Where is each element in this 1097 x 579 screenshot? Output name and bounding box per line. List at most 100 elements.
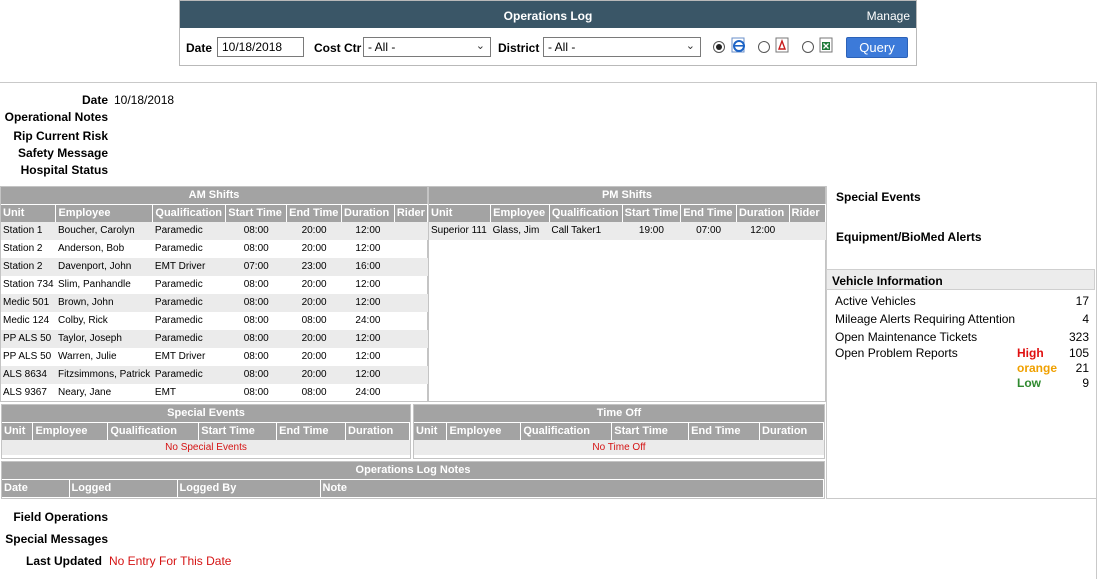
am-shift-cell: Paramedic — [152, 221, 226, 240]
info-date-value: 10/18/2018 — [114, 93, 175, 107]
special-events-col-start-time[interactable]: Start Time — [198, 422, 278, 440]
special-events-grid-title: Special Events — [2, 405, 410, 422]
am-shift-cell: EMT — [154, 387, 177, 398]
pm-shift-cell: Superior 111 — [429, 221, 491, 240]
am-shift-row[interactable]: PP ALS 50 Taylor, Joseph Paramedic 08:00 20:… — [1, 329, 428, 348]
query-button[interactable]: Query — [846, 37, 908, 58]
am-shift-cell: 20:00 — [301, 243, 327, 254]
time-off-grid-title: Time Off — [414, 405, 824, 422]
pm-col-rider[interactable]: Rider — [789, 204, 827, 222]
log-notes-col-logged[interactable]: Logged — [69, 479, 178, 497]
log-notes-col-date[interactable]: Date — [2, 479, 70, 497]
log-notes-grid: Operations Log Notes Date Logged Logged By… — [1, 461, 825, 499]
operational-notes-label: Operational Notes — [4, 110, 108, 124]
pm-shifts-title: PM Shifts — [429, 187, 825, 204]
am-shift-cell — [394, 348, 427, 366]
time-off-col-unit[interactable]: Unit — [414, 422, 448, 440]
am-col-end-time[interactable]: End Time — [286, 204, 343, 222]
district-select[interactable]: - All - ⌄ — [543, 37, 701, 57]
time-off-col-start-time[interactable]: Start Time — [611, 422, 690, 440]
am-shift-cell: 08:00 — [243, 351, 269, 362]
pm-col-unit[interactable]: Unit — [429, 204, 492, 222]
time-off-col-end-time[interactable]: End Time — [688, 422, 761, 440]
problem-level-count[interactable]: 9 — [1082, 376, 1089, 390]
am-shift-cell: EMT Driver — [152, 257, 226, 276]
problem-level-count[interactable]: 21 — [1076, 361, 1089, 375]
am-shift-cell: PP ALS 50 — [3, 351, 52, 362]
active-vehicles-value[interactable]: 17 — [1076, 294, 1089, 308]
am-shift-cell — [394, 221, 428, 240]
manage-link[interactable]: Manage — [867, 9, 910, 23]
am-shift-cell: 20:00 — [286, 329, 342, 348]
am-shift-cell: 12:00 — [355, 243, 381, 254]
am-shift-cell — [394, 365, 428, 384]
export-ie-radio[interactable] — [713, 41, 725, 53]
am-col-rider[interactable]: Rider — [394, 204, 429, 222]
special-events-col-duration[interactable]: Duration — [345, 422, 410, 440]
am-shift-row[interactable]: Medic 501 Brown, John Paramedic 08:00 20:00 1… — [1, 293, 428, 312]
time-off-col-duration[interactable]: Duration — [759, 422, 824, 440]
pm-col-start-time[interactable]: Start Time — [622, 204, 682, 222]
time-off-col-employee[interactable]: Employee — [446, 422, 522, 440]
am-shift-row[interactable]: ALS 9367 Neary, Jane EMT 08:00 08:00 24:00 — [1, 384, 428, 402]
am-shift-row[interactable]: Station 2 Anderson, Bob Paramedic 08:00 20:0… — [1, 240, 428, 258]
time-off-empty: No Time Off — [414, 439, 824, 455]
am-shifts-title: AM Shifts — [1, 187, 427, 204]
special-events-col-end-time[interactable]: End Time — [276, 422, 347, 440]
problem-level-label: orange — [1017, 361, 1058, 375]
field-operations-label: Field Operations — [13, 510, 108, 524]
export-pdf-radio[interactable] — [758, 41, 770, 53]
am-col-qualification[interactable]: Qualification — [152, 204, 227, 222]
pm-shifts-table: Unit Employee Qualification Start Time End T… — [429, 204, 827, 240]
pm-col-employee[interactable]: Employee — [490, 204, 550, 222]
am-col-unit[interactable]: Unit — [1, 204, 57, 222]
cost-ctr-select[interactable]: - All - ⌄ — [363, 37, 491, 57]
district-value: - All - — [548, 40, 576, 54]
am-shift-row[interactable]: Station 734 Slim, Panhandle Paramedic 08:00… — [1, 276, 428, 294]
am-shift-cell: Station 1 — [1, 221, 56, 240]
maintenance-tickets-value[interactable]: 323 — [1069, 330, 1089, 344]
date-input[interactable]: 10/18/2018 — [217, 37, 304, 57]
am-shift-cell: 12:00 — [341, 221, 395, 240]
am-col-start-time[interactable]: Start Time — [225, 204, 288, 222]
pm-col-duration[interactable]: Duration — [736, 204, 790, 222]
log-notes-col-logged-by[interactable]: Logged By — [177, 479, 321, 497]
am-shift-row[interactable]: Medic 124 Colby, Rick Paramedic 08:00 08:00 2… — [1, 312, 428, 330]
am-shift-cell: Fitzsimmons, Patrick — [55, 365, 153, 384]
mileage-alerts-value[interactable]: 4 — [1082, 312, 1089, 326]
problem-level-count[interactable]: 105 — [1069, 346, 1089, 360]
pm-shift-cell: Glass, Jim — [490, 221, 550, 240]
am-shift-row[interactable]: ALS 8634 Fitzsimmons, Patrick Paramedic 08:… — [1, 365, 428, 384]
special-events-col-unit[interactable]: Unit — [2, 422, 34, 440]
pm-col-end-time[interactable]: End Time — [680, 204, 737, 222]
am-shift-cell: 20:00 — [286, 293, 342, 312]
last-updated-value: No Entry For This Date — [109, 554, 232, 568]
log-notes-col-note[interactable]: Note — [320, 479, 824, 497]
am-shift-cell: 08:00 — [225, 293, 287, 312]
am-shift-cell: 08:00 — [243, 243, 269, 254]
hospital-status-label: Hospital Status — [20, 163, 108, 177]
special-events-col-qualification[interactable]: Qualification — [107, 422, 200, 440]
am-shift-cell: Paramedic — [152, 329, 226, 348]
am-shift-cell: Colby, Rick — [57, 315, 108, 326]
am-col-duration[interactable]: Duration — [341, 204, 395, 222]
am-shift-row[interactable]: PP ALS 50 Warren, Julie EMT Driver 08:00 20:… — [1, 348, 428, 366]
problem-reports-label: Open Problem Reports — [835, 346, 958, 360]
am-shifts-grid: AM Shifts Unit Employee Qualification Start… — [0, 186, 429, 402]
am-col-employee[interactable]: Employee — [55, 204, 154, 222]
am-shift-cell — [394, 293, 428, 312]
am-shift-row[interactable]: Station 2 Davenport, John EMT Driver 07:00 2… — [1, 257, 428, 276]
am-shift-cell: 20:00 — [286, 221, 342, 240]
pm-col-qualification[interactable]: Qualification — [549, 204, 623, 222]
chevron-down-icon: ⌄ — [685, 40, 695, 52]
pm-shifts-grid: PM Shifts Unit Employee Qualification Start… — [428, 186, 827, 402]
special-events-col-employee[interactable]: Employee — [32, 422, 109, 440]
am-shifts-table: Unit Employee Qualification Start Time End T… — [1, 204, 429, 402]
am-shift-row[interactable]: Station 1 Boucher, Carolyn Paramedic 08:00 2… — [1, 221, 428, 240]
am-shift-cell: 08:00 — [301, 315, 327, 326]
am-shift-cell: Paramedic — [154, 315, 203, 326]
export-excel-radio[interactable] — [802, 41, 814, 53]
time-off-col-qualification[interactable]: Qualification — [520, 422, 613, 440]
am-shift-cell: 20:00 — [286, 365, 342, 384]
pm-shift-row[interactable]: Superior 111 Glass, Jim Call Taker1 19:00 07… — [429, 221, 826, 240]
